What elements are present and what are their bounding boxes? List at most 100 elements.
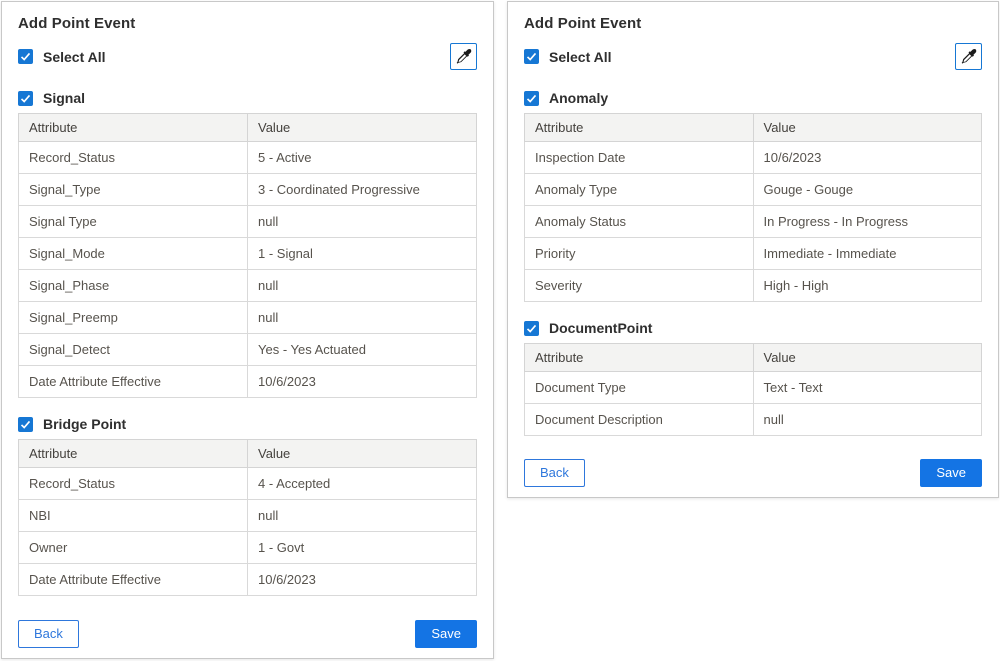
section-label: Anomaly: [549, 90, 608, 106]
page-title: Add Point Event: [18, 15, 477, 32]
table-row: Signal_DetectYes - Yes Actuated: [19, 334, 477, 366]
attribute-table-document-point: Attribute Value Document TypeText - Text…: [524, 343, 982, 436]
table-row: SeverityHigh - High: [525, 270, 982, 302]
select-all-checkbox-row[interactable]: Select All: [524, 49, 612, 65]
attribute-cell: Anomaly Type: [525, 174, 754, 206]
section-checkbox-bridge-point[interactable]: Bridge Point: [18, 416, 477, 432]
back-button[interactable]: Back: [18, 620, 79, 648]
attribute-cell: Date Attribute Effective: [19, 564, 248, 596]
column-header-value: Value: [248, 440, 477, 468]
select-all-label: Select All: [43, 49, 106, 65]
workspace: Add Point Event Select All Signal: [0, 0, 1000, 661]
value-cell: null: [248, 206, 477, 238]
value-cell: 10/6/2023: [753, 142, 982, 174]
table-row: Record_Status5 - Active: [19, 142, 477, 174]
section-document-point: DocumentPoint Attribute Value Document T…: [524, 320, 982, 436]
check-icon: [526, 323, 537, 334]
document-point-checkbox[interactable]: [524, 321, 539, 336]
select-all-checkbox[interactable]: [524, 49, 539, 64]
attribute-cell: Record_Status: [19, 468, 248, 500]
value-cell: 3 - Coordinated Progressive: [248, 174, 477, 206]
check-icon: [526, 51, 537, 62]
select-all-checkbox-row[interactable]: Select All: [18, 49, 106, 65]
table-row: Owner1 - Govt: [19, 532, 477, 564]
page-title: Add Point Event: [524, 15, 982, 32]
eyedropper-button[interactable]: [955, 43, 982, 70]
table-row: Anomaly StatusIn Progress - In Progress: [525, 206, 982, 238]
value-cell: 10/6/2023: [248, 366, 477, 398]
section-label: DocumentPoint: [549, 320, 652, 336]
value-cell: Immediate - Immediate: [753, 238, 982, 270]
bridge-point-checkbox[interactable]: [18, 417, 33, 432]
attribute-cell: Signal_Detect: [19, 334, 248, 366]
attribute-cell: Signal_Preemp: [19, 302, 248, 334]
column-header-attribute: Attribute: [525, 344, 754, 372]
section-bridge-point: Bridge Point Attribute Value Record_Stat…: [18, 416, 477, 596]
value-cell: null: [753, 404, 982, 436]
attribute-table-anomaly: Attribute Value Inspection Date10/6/2023…: [524, 113, 982, 302]
eyedropper-icon: [456, 49, 472, 65]
table-row: Inspection Date10/6/2023: [525, 142, 982, 174]
attribute-cell: Date Attribute Effective: [19, 366, 248, 398]
panel-footer: Back Save: [524, 449, 982, 487]
section-checkbox-signal[interactable]: Signal: [18, 90, 477, 106]
check-icon: [20, 419, 31, 430]
value-cell: null: [248, 302, 477, 334]
attribute-cell: Record_Status: [19, 142, 248, 174]
attribute-cell: Signal_Type: [19, 174, 248, 206]
anomaly-checkbox[interactable]: [524, 91, 539, 106]
select-all-label: Select All: [549, 49, 612, 65]
save-button[interactable]: Save: [920, 459, 982, 487]
value-cell: In Progress - In Progress: [753, 206, 982, 238]
check-icon: [526, 93, 537, 104]
check-icon: [20, 51, 31, 62]
attribute-cell: Severity: [525, 270, 754, 302]
add-point-event-panel-left: Add Point Event Select All Signal: [1, 1, 494, 659]
signal-checkbox[interactable]: [18, 91, 33, 106]
attribute-cell: Anomaly Status: [525, 206, 754, 238]
value-cell: 5 - Active: [248, 142, 477, 174]
value-cell: High - High: [753, 270, 982, 302]
value-cell: 1 - Signal: [248, 238, 477, 270]
section-checkbox-anomaly[interactable]: Anomaly: [524, 90, 982, 106]
table-row: PriorityImmediate - Immediate: [525, 238, 982, 270]
table-row: Document TypeText - Text: [525, 372, 982, 404]
table-row: Signal_Phasenull: [19, 270, 477, 302]
attribute-cell: NBI: [19, 500, 248, 532]
value-cell: null: [248, 500, 477, 532]
table-row: Signal Typenull: [19, 206, 477, 238]
table-row: Signal_Preempnull: [19, 302, 477, 334]
table-row: Signal_Mode1 - Signal: [19, 238, 477, 270]
table-header-row: Attribute Value: [525, 344, 982, 372]
check-icon: [20, 93, 31, 104]
eyedropper-button[interactable]: [450, 43, 477, 70]
panel-topbar: Select All: [524, 43, 982, 70]
select-all-checkbox[interactable]: [18, 49, 33, 64]
value-cell: 4 - Accepted: [248, 468, 477, 500]
value-cell: Gouge - Gouge: [753, 174, 982, 206]
attribute-cell: Signal_Phase: [19, 270, 248, 302]
section-label: Bridge Point: [43, 416, 126, 432]
attribute-cell: Inspection Date: [525, 142, 754, 174]
save-button[interactable]: Save: [415, 620, 477, 648]
column-header-attribute: Attribute: [19, 440, 248, 468]
value-cell: 10/6/2023: [248, 564, 477, 596]
table-row: Anomaly TypeGouge - Gouge: [525, 174, 982, 206]
back-button[interactable]: Back: [524, 459, 585, 487]
section-checkbox-document-point[interactable]: DocumentPoint: [524, 320, 982, 336]
attribute-cell: Signal Type: [19, 206, 248, 238]
value-cell: Text - Text: [753, 372, 982, 404]
column-header-attribute: Attribute: [19, 114, 248, 142]
panel-topbar: Select All: [18, 43, 477, 70]
table-row: Date Attribute Effective10/6/2023: [19, 366, 477, 398]
attribute-table-signal: Attribute Value Record_Status5 - Active …: [18, 113, 477, 398]
table-row: Document Descriptionnull: [525, 404, 982, 436]
attribute-cell: Signal_Mode: [19, 238, 248, 270]
attribute-cell: Document Type: [525, 372, 754, 404]
attribute-cell: Priority: [525, 238, 754, 270]
attribute-cell: Document Description: [525, 404, 754, 436]
table-header-row: Attribute Value: [525, 114, 982, 142]
panel-footer: Back Save: [18, 610, 477, 648]
section-anomaly: Anomaly Attribute Value Inspection Date1…: [524, 90, 982, 302]
eyedropper-icon: [961, 49, 977, 65]
